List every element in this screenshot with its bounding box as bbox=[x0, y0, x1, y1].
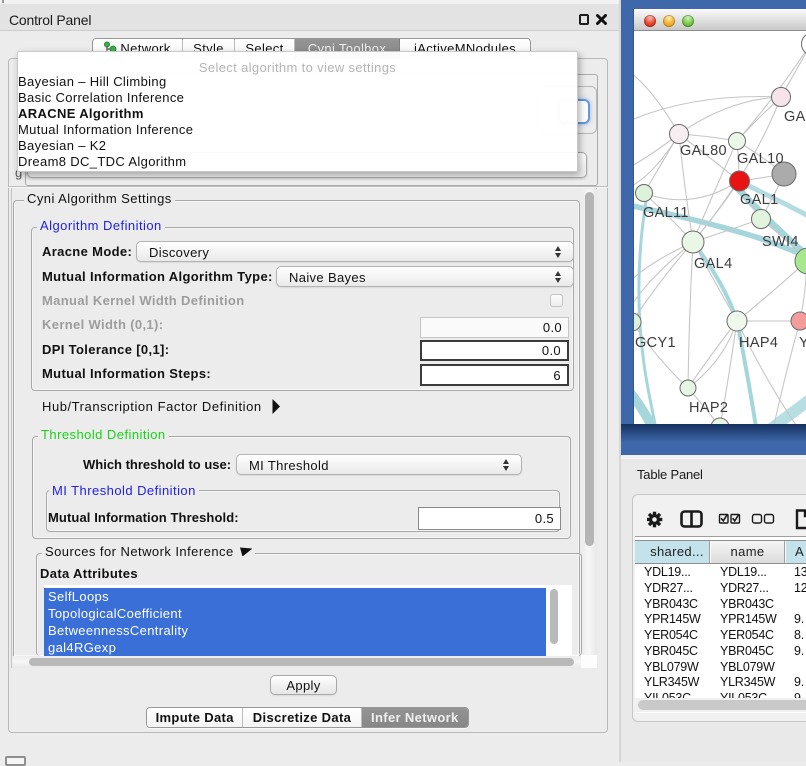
svg-text:GAL: GAL bbox=[784, 109, 806, 125]
svg-text:HAP4: HAP4 bbox=[739, 335, 778, 351]
svg-text:GAL4: GAL4 bbox=[694, 256, 732, 272]
svg-text:GAL1: GAL1 bbox=[740, 192, 778, 208]
svg-text:Y: Y bbox=[799, 335, 806, 351]
svg-text:GAL11: GAL11 bbox=[643, 205, 689, 221]
svg-text:HAP2: HAP2 bbox=[689, 400, 728, 416]
svg-text:SWI4: SWI4 bbox=[762, 234, 799, 250]
svg-text:GAL80: GAL80 bbox=[680, 143, 727, 159]
svg-text:GCY1: GCY1 bbox=[635, 335, 676, 351]
svg-text:GAL10: GAL10 bbox=[737, 151, 784, 167]
